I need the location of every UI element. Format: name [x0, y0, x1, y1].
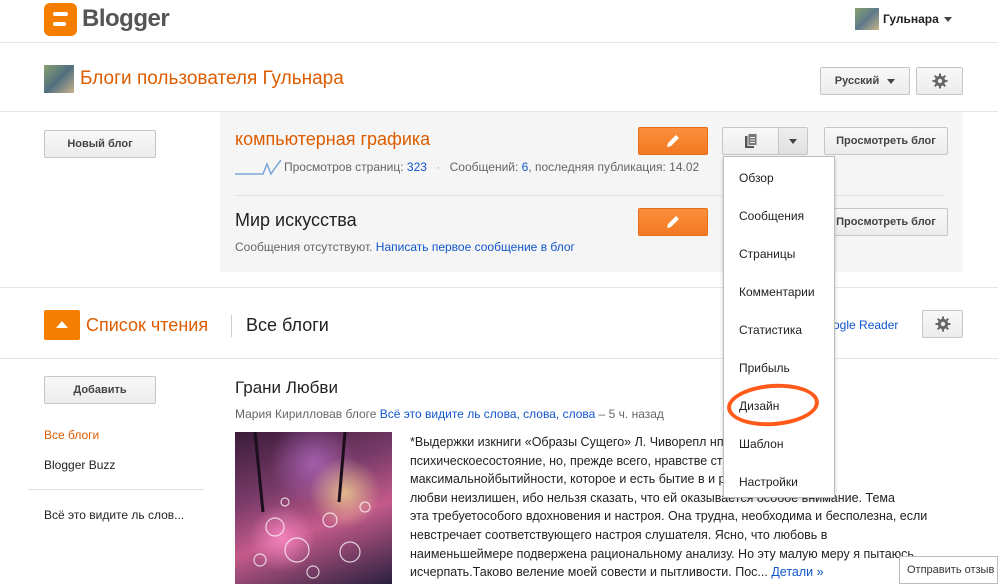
user-avatar[interactable]	[855, 8, 879, 30]
blog-empty-line: Сообщения отсутствуют. Написать первое с…	[235, 240, 575, 254]
language-button[interactable]: Русский	[820, 67, 910, 95]
gear-icon	[935, 316, 950, 332]
post-line: эта требуетособого вдохновения и настроя…	[410, 509, 928, 524]
new-blog-button[interactable]: Новый блог	[44, 130, 156, 158]
post-author: Мария Кирилловав блоге	[235, 407, 377, 421]
divider	[0, 358, 998, 359]
blogger-logo-icon[interactable]	[44, 3, 77, 36]
reading-settings-button[interactable]	[922, 310, 963, 338]
write-first-post-link[interactable]: Написать первое сообщение в блог	[376, 240, 575, 254]
send-feedback-button[interactable]: Отправить отзыв	[899, 556, 998, 584]
blogger-logo-text[interactable]: Blogger	[82, 5, 170, 33]
post-more-link[interactable]: Детали »	[771, 565, 823, 579]
blog-stats-line: Просмотров страниц: 323 · Сообщений: 6, …	[284, 160, 699, 174]
blog-title-art-world[interactable]: Мир искусства	[235, 210, 357, 231]
document-stack-icon	[744, 133, 757, 148]
menu-item-earnings[interactable]: Прибыль	[739, 361, 790, 375]
nav-followed-blog[interactable]: Всё это видите ль слов...	[44, 508, 184, 522]
reading-list-title: Список чтения	[86, 315, 209, 335]
view-blog-button[interactable]: Просмотреть блог	[824, 127, 948, 155]
post-title[interactable]: Грани Любви	[235, 378, 338, 398]
post-line: исчерпать.Таково веление моей совести и …	[410, 565, 768, 580]
divider	[0, 287, 998, 288]
view-blog-button-2[interactable]: Просмотреть блог	[824, 208, 948, 236]
post-meta: Мария Кирилловав блоге Всё это видите ль…	[235, 407, 664, 421]
page-title: Блоги пользователя Гульнара	[80, 68, 344, 89]
stat-separator: ·	[436, 160, 441, 174]
chevron-down-icon	[887, 78, 896, 84]
menu-item-comments[interactable]: Комментарии	[739, 285, 815, 299]
user-menu-chevron-down-icon[interactable]	[944, 17, 952, 22]
post-line-last: исчерпать.Таково веление моей совести и …	[410, 563, 950, 582]
top-bar: Blogger Гульнара	[0, 0, 998, 43]
posts-list-button[interactable]	[722, 127, 778, 155]
post-time: – 5 ч. назад	[598, 407, 664, 421]
blog-title-computer-graphics[interactable]: компьютерная графика	[235, 129, 430, 150]
post-line: психическоесостояние, но, прежде всего, …	[410, 453, 758, 468]
blog-menu-dropdown-button[interactable]	[778, 127, 808, 155]
bubbles-image-icon	[253, 431, 371, 579]
title-divider	[231, 315, 232, 337]
add-blog-button[interactable]: Добавить	[44, 376, 156, 404]
user-name[interactable]: Гульнара	[883, 12, 939, 26]
post-line: любви неизлишен, ибо нельзя сказать, что…	[410, 490, 895, 505]
posts-label: Сообщений:	[449, 160, 519, 174]
blog-row-divider	[235, 195, 945, 196]
post-line: невстречает соответствующего настроя слу…	[410, 527, 828, 542]
menu-item-overview[interactable]: Обзор	[739, 171, 774, 185]
all-blogs-heading: Все блоги	[246, 315, 329, 335]
menu-item-stats[interactable]: Статистика	[739, 323, 802, 337]
nav-blogger-buzz[interactable]: Blogger Buzz	[44, 458, 115, 472]
google-reader-link[interactable]: ogle Reader	[833, 318, 898, 332]
settings-button[interactable]	[916, 67, 963, 95]
nav-all-blogs[interactable]: Все блоги	[44, 428, 99, 442]
gear-icon	[932, 73, 947, 89]
post-blog-link[interactable]: Всё это видите ль слова, слова, слова	[380, 407, 596, 421]
language-label: Русский	[834, 75, 880, 87]
menu-item-posts[interactable]: Сообщения	[739, 209, 804, 223]
post-line: *Выдержки изкниги «Образы Сущего» Л. Чив…	[410, 435, 757, 449]
nav-divider	[28, 489, 204, 490]
no-posts-text: Сообщения отсутствуют.	[235, 240, 373, 254]
triangle-up-icon	[56, 321, 68, 328]
post-line: наименьшеймере подвержена рациональному …	[410, 546, 914, 561]
views-value[interactable]: 323	[407, 160, 427, 174]
new-post-button-2[interactable]	[638, 208, 708, 236]
blog-owner-avatar	[44, 65, 74, 93]
post-line: максимальнойбытийности, которое и есть б…	[410, 472, 781, 487]
blog-actions-menu: Обзор Сообщения Страницы Комментарии Ста…	[723, 156, 835, 498]
collapse-reading-list-button[interactable]	[44, 310, 80, 340]
menu-item-pages[interactable]: Страницы	[739, 247, 795, 261]
last-post-text: , последняя публикация: 14.02	[528, 160, 700, 174]
post-thumbnail[interactable]	[235, 431, 392, 584]
pencil-icon	[667, 216, 679, 228]
chevron-down-icon	[789, 138, 797, 144]
post-excerpt: *Выдержки изкниги «Образы Сущего» Л. Чив…	[410, 433, 950, 582]
views-label: Просмотров страниц:	[284, 160, 404, 174]
pageviews-sparkline-icon	[235, 159, 281, 176]
menu-item-template[interactable]: Шаблон	[739, 437, 783, 451]
menu-item-settings[interactable]: Настройки	[739, 475, 798, 489]
pencil-icon	[667, 135, 679, 147]
new-post-button[interactable]	[638, 127, 708, 155]
